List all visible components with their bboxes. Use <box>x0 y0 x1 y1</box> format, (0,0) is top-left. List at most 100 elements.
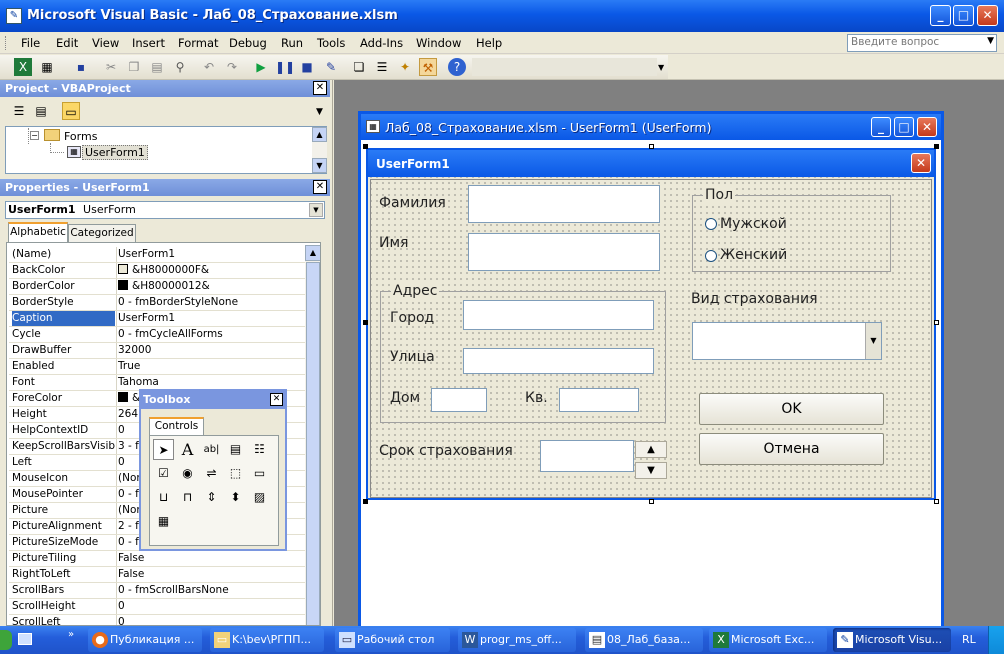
spinbutton-icon[interactable]: ⬍ <box>225 487 246 508</box>
run-icon[interactable]: ▶ <box>252 58 270 76</box>
chevron-down-icon[interactable]: ▼ <box>309 203 323 217</box>
properties-window-icon[interactable]: ☰ <box>373 58 391 76</box>
taskbar-item-excel[interactable]: X Microsoft Exc... <box>709 628 827 652</box>
textbox-icon[interactable]: ab| <box>201 439 222 460</box>
textbox-street[interactable] <box>463 348 654 374</box>
property-row[interactable]: ScrollHeight 0 <box>9 599 306 615</box>
property-row[interactable]: Caption UserForm1 <box>9 311 306 327</box>
property-row[interactable]: DrawBuffer 32000 <box>9 343 306 359</box>
frame-icon[interactable]: ⬚ <box>225 463 246 484</box>
designer-maximize-button[interactable]: □ <box>894 117 914 137</box>
language-indicator[interactable]: RL <box>962 633 976 646</box>
save-icon[interactable]: ▪ <box>72 58 90 76</box>
property-value[interactable]: &H80000012& <box>116 279 306 294</box>
toolbar-overflow-icon[interactable]: ▼ <box>658 63 664 72</box>
property-value[interactable]: False <box>116 551 306 566</box>
taskbar-item-folder[interactable]: ▭ K:\bev\РГПП... <box>210 628 324 652</box>
object-browser-icon[interactable]: ✦ <box>396 58 414 76</box>
property-value[interactable]: 0 - fmScrollBarsNone <box>116 583 306 598</box>
menu-format[interactable]: Format <box>178 36 219 50</box>
resize-handle[interactable] <box>649 144 654 149</box>
start-icon[interactable] <box>0 630 12 650</box>
scroll-thumb[interactable] <box>306 262 320 625</box>
property-row[interactable]: BorderColor &H80000012& <box>9 279 306 295</box>
help-search-box[interactable]: Введите вопрос ▼ <box>847 34 997 52</box>
ok-button[interactable]: OK <box>699 393 884 425</box>
resize-handle[interactable] <box>934 144 939 149</box>
textbox-house[interactable] <box>431 388 487 412</box>
menu-addins[interactable]: Add-Ins <box>360 36 403 50</box>
property-row[interactable]: Cycle 0 - fmCycleAllForms <box>9 327 306 343</box>
pointer-icon[interactable]: ➤ <box>153 439 174 460</box>
property-value[interactable]: UserForm1 <box>116 247 306 262</box>
scroll-up-icon[interactable]: ▲ <box>305 245 320 261</box>
property-row[interactable]: (Name) UserForm1 <box>9 247 306 263</box>
project-panel-close-icon[interactable]: ✕ <box>313 81 327 95</box>
scroll-down-icon[interactable]: ▼ <box>316 107 323 117</box>
project-explorer-icon[interactable]: ❏ <box>350 58 368 76</box>
radio-female-label[interactable]: Женский <box>720 247 787 263</box>
menu-run[interactable]: Run <box>281 36 303 50</box>
radio-male-label[interactable]: Мужской <box>720 216 787 232</box>
menu-insert[interactable]: Insert <box>132 36 165 50</box>
tree-folder-forms[interactable]: Forms <box>64 130 97 143</box>
property-row[interactable]: RightToLeft False <box>9 567 306 583</box>
toolbox-icon[interactable]: ⚒ <box>419 58 437 76</box>
combobox-icon[interactable]: ▤ <box>225 439 246 460</box>
tree-item-userform1[interactable]: UserForm1 <box>82 145 148 160</box>
image-icon[interactable]: ▨ <box>249 487 270 508</box>
userform-close-button[interactable]: ✕ <box>911 153 931 173</box>
property-value[interactable]: UserForm1 <box>116 311 306 326</box>
spin-up-button[interactable]: ▲ <box>635 441 667 458</box>
property-row[interactable]: BorderStyle 0 - fmBorderStyleNone <box>9 295 306 311</box>
maximize-button[interactable]: □ <box>953 5 974 26</box>
copy-icon[interactable]: ❐ <box>125 58 143 76</box>
property-row[interactable]: PictureTiling False <box>9 551 306 567</box>
textbox-apartment[interactable] <box>559 388 639 412</box>
combobox-insurance-type[interactable]: ▼ <box>692 322 882 360</box>
help-icon[interactable]: ? <box>448 58 466 76</box>
menu-debug[interactable]: Debug <box>229 36 267 50</box>
quicklaunch-overflow-icon[interactable]: » <box>68 629 74 640</box>
property-value[interactable]: 0 <box>116 615 306 625</box>
taskbar-item-document[interactable]: ▤ 08_Лаб_база... <box>585 628 703 652</box>
properties-panel-close-icon[interactable]: ✕ <box>313 180 327 194</box>
listbox-icon[interactable]: ☷ <box>249 439 270 460</box>
break-icon[interactable]: ❚❚ <box>275 58 295 76</box>
taskbar-item-word[interactable]: Wprogr_ms_off... <box>458 628 576 652</box>
property-row[interactable]: ScrollLeft 0 <box>9 615 306 625</box>
property-row[interactable]: ScrollBars 0 - fmScrollBarsNone <box>9 583 306 599</box>
resize-handle[interactable] <box>363 499 368 504</box>
resize-handle[interactable] <box>363 320 368 325</box>
radio-female-icon[interactable] <box>705 250 717 262</box>
radio-male-icon[interactable] <box>705 218 717 230</box>
scrollbar-icon[interactable]: ⇕ <box>201 487 222 508</box>
property-value[interactable]: 32000 <box>116 343 306 358</box>
menu-file[interactable]: File <box>21 36 40 50</box>
collapse-icon[interactable]: − <box>30 131 39 140</box>
project-tree-scrollbar[interactable]: ▲ ▼ <box>312 127 327 173</box>
commandbutton-icon[interactable]: ▭ <box>249 463 270 484</box>
menu-window[interactable]: Window <box>416 36 461 50</box>
property-value[interactable]: &H8000000F& <box>116 263 306 278</box>
taskbar-item-vb[interactable]: ✎ Microsoft Visu... <box>833 628 951 652</box>
scroll-up-icon[interactable]: ▲ <box>312 127 327 142</box>
property-value[interactable]: 0 <box>116 599 306 614</box>
tab-alphabetic[interactable]: Alphabetic <box>8 222 68 242</box>
spin-down-button[interactable]: ▼ <box>635 462 667 479</box>
close-button[interactable]: ✕ <box>977 5 998 26</box>
properties-scrollbar[interactable]: ▲ <box>305 245 320 625</box>
chevron-down-icon[interactable]: ▼ <box>865 323 881 359</box>
resize-handle[interactable] <box>934 320 939 325</box>
property-row[interactable]: Enabled True <box>9 359 306 375</box>
undo-icon[interactable]: ↶ <box>200 58 218 76</box>
property-value[interactable]: False <box>116 567 306 582</box>
togglebutton-icon[interactable]: ⇌ <box>201 463 222 484</box>
cancel-button[interactable]: Отмена <box>699 433 884 465</box>
cut-icon[interactable]: ✂ <box>102 58 120 76</box>
textbox-city[interactable] <box>463 300 654 330</box>
insert-userform-icon[interactable]: ▦ <box>38 58 56 76</box>
scroll-down-icon[interactable]: ▼ <box>312 158 327 173</box>
designer-minimize-button[interactable]: _ <box>871 117 891 137</box>
resize-handle[interactable] <box>363 144 368 149</box>
